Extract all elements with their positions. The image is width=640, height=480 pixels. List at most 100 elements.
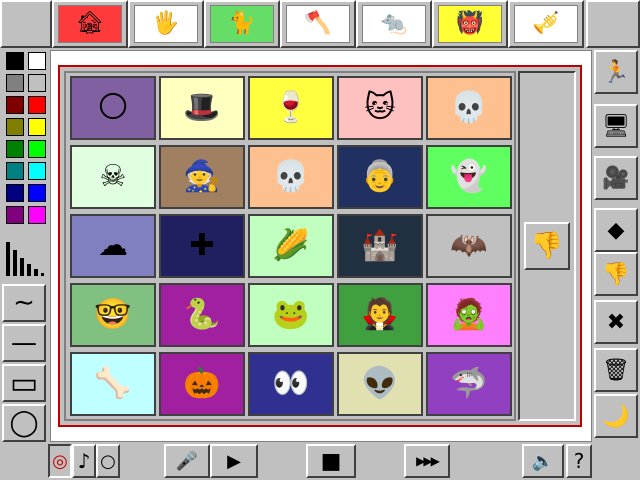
- stamp-cell[interactable]: 🦴: [70, 352, 156, 416]
- color-swatch[interactable]: [6, 52, 24, 70]
- speaker-button[interactable]: 🔈: [522, 444, 564, 478]
- stamp-image-icon: 🦇: [450, 228, 488, 263]
- stamp-cell[interactable]: 👀: [248, 352, 334, 416]
- color-swatch[interactable]: [28, 96, 46, 114]
- bloody-hands-icon: 🖐: [134, 5, 198, 43]
- color-swatch[interactable]: [28, 184, 46, 202]
- stamp-image-icon: 👻: [450, 159, 488, 194]
- stamp-cell[interactable]: 🍷: [248, 76, 334, 140]
- stamp-image-icon: 🦈: [450, 366, 488, 401]
- freehand-wave-tool[interactable]: ∼: [2, 284, 46, 322]
- circle-icon: ○: [100, 450, 116, 472]
- haunted-house-icon: 🏚: [58, 5, 122, 43]
- stamp-cell[interactable]: 🦇: [426, 214, 512, 278]
- stop-button[interactable]: ■: [306, 444, 356, 478]
- stamp-cell[interactable]: 🧙: [159, 145, 245, 209]
- stamp-cell[interactable]: 💀: [248, 145, 334, 209]
- stamp-cell[interactable]: ☁: [70, 214, 156, 278]
- color-swatch[interactable]: [6, 96, 24, 114]
- monster-face-category[interactable]: 👹: [432, 0, 508, 48]
- color-swatch[interactable]: [28, 140, 46, 158]
- horn-music-icon: 🎺: [514, 5, 578, 43]
- circle-button[interactable]: ○: [96, 444, 120, 478]
- computer-tool[interactable]: 🖥: [594, 104, 638, 148]
- mole-creature-icon: 🐀: [362, 5, 426, 43]
- stamp-image-icon: 🦴: [94, 366, 132, 401]
- stamp-cell[interactable]: 🦈: [426, 352, 512, 416]
- stop-icon: ■: [320, 448, 342, 474]
- mole-creature-category[interactable]: 🐀: [356, 0, 432, 48]
- thumbs-down-icon: 👎: [602, 261, 630, 287]
- stamp-cell[interactable]: 🏰: [337, 214, 423, 278]
- color-swatch[interactable]: [6, 184, 24, 202]
- stamp-cell[interactable]: 🎩: [159, 76, 245, 140]
- stamp-image-icon: ✚: [189, 228, 215, 263]
- stamp-image-icon: 🎃: [183, 366, 221, 401]
- eraser-tool[interactable]: ◆: [594, 208, 638, 252]
- eraser-icon: ◆: [607, 217, 625, 243]
- stamp-cell[interactable]: 🐱: [337, 76, 423, 140]
- axe-category[interactable]: 🪓: [280, 0, 356, 48]
- animation-stamp-icon: 🏃: [602, 59, 630, 85]
- stamp-cell[interactable]: 🧟: [426, 283, 512, 347]
- play-button[interactable]: ▶: [210, 444, 258, 478]
- stamp-image-icon: 🧙: [183, 159, 221, 194]
- fast-forward-button[interactable]: ▶▶▶: [404, 444, 450, 478]
- line-tool[interactable]: —: [2, 324, 46, 362]
- brush-size-selector[interactable]: [4, 236, 46, 278]
- stamp-cell[interactable]: 🎃: [159, 352, 245, 416]
- stamp-cell[interactable]: 🌕: [70, 76, 156, 140]
- stamp-cell[interactable]: 👵: [337, 145, 423, 209]
- clear-screen-icon: ✖: [606, 309, 626, 335]
- clear-screen-tool[interactable]: ✖: [594, 300, 638, 344]
- color-swatch[interactable]: [6, 162, 24, 180]
- stamp-cell[interactable]: 💀: [426, 76, 512, 140]
- color-swatch[interactable]: [28, 52, 46, 70]
- rectangle-tool[interactable]: ▭: [2, 364, 46, 402]
- color-swatch[interactable]: [6, 206, 24, 224]
- music-note-button[interactable]: ♪: [72, 444, 96, 478]
- stamp-image-icon: 🏰: [361, 228, 399, 263]
- stamp-image-icon: 💀: [450, 90, 488, 125]
- video-camera-tool[interactable]: 🎥: [594, 156, 638, 200]
- ellipse-tool[interactable]: ◯: [2, 404, 46, 442]
- color-swatch[interactable]: [6, 140, 24, 158]
- black-cat-icon: 🐈: [210, 5, 274, 43]
- stamp-cell[interactable]: 🧛: [337, 283, 423, 347]
- stamp-image-icon: 🐸: [272, 297, 310, 332]
- axe-icon: 🪓: [286, 5, 350, 43]
- color-swatch[interactable]: [28, 206, 46, 224]
- bloody-hands-category[interactable]: 🖐: [128, 0, 204, 48]
- color-palette: [2, 50, 48, 232]
- color-swatch[interactable]: [6, 118, 24, 136]
- black-cat-category[interactable]: 🐈: [204, 0, 280, 48]
- stamp-cell[interactable]: 🐍: [159, 283, 245, 347]
- line-icon: —: [11, 328, 37, 358]
- color-swatch[interactable]: [28, 118, 46, 136]
- help-button[interactable]: ?: [566, 444, 592, 478]
- help-icon: ?: [573, 449, 585, 473]
- stamp-cell[interactable]: 👻: [426, 145, 512, 209]
- stamp-cell[interactable]: 🤓: [70, 283, 156, 347]
- record-microphone-button[interactable]: 🎤: [164, 444, 210, 478]
- gallery-scroll-thumb[interactable]: 👎: [524, 222, 570, 270]
- haunted-house-category[interactable]: 🏚: [52, 0, 128, 48]
- thumbs-down-tool[interactable]: 👎: [594, 252, 638, 296]
- stamp-cell[interactable]: 🌽: [248, 214, 334, 278]
- stamp-cell[interactable]: 👽: [337, 352, 423, 416]
- animation-stamp-tool[interactable]: 🏃: [594, 50, 638, 94]
- trash-can-tool[interactable]: 🗑: [594, 348, 638, 392]
- microphone-icon: 🎤: [175, 450, 199, 472]
- color-swatch[interactable]: [6, 74, 24, 92]
- stamp-image-icon: 🍷: [272, 90, 310, 125]
- top-toolbar-end: [586, 0, 640, 48]
- horn-music-category[interactable]: 🎺: [508, 0, 584, 48]
- stamp-cell[interactable]: ☠: [70, 145, 156, 209]
- stamp-image-icon: 🤓: [94, 297, 132, 332]
- color-swatch[interactable]: [28, 74, 46, 92]
- sound-wave-button[interactable]: ◎: [48, 444, 72, 478]
- color-swatch[interactable]: [28, 162, 46, 180]
- stamp-cell[interactable]: ✚: [159, 214, 245, 278]
- stamp-cell[interactable]: 🐸: [248, 283, 334, 347]
- night-scene-tool[interactable]: 🌙: [594, 394, 638, 438]
